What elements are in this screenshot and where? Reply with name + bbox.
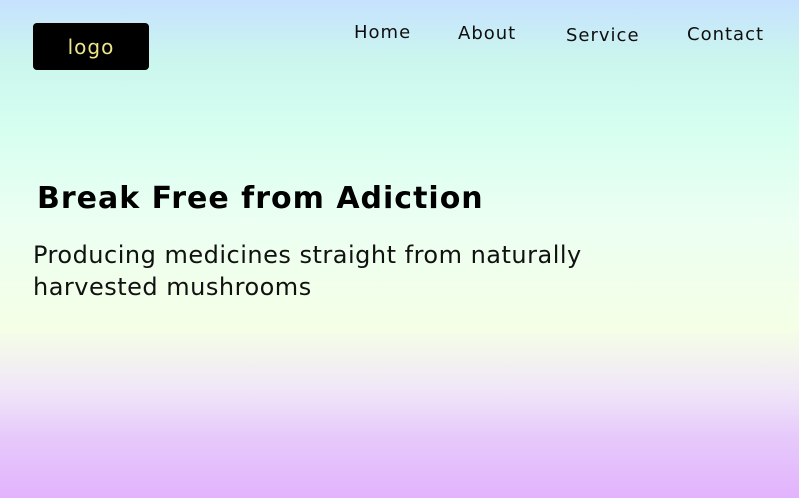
nav-link-service[interactable]: Service xyxy=(566,25,640,46)
nav-link-contact[interactable]: Contact xyxy=(687,24,764,45)
nav-link-home[interactable]: Home xyxy=(354,22,411,43)
hero-title: Break Free from Adiction xyxy=(37,181,484,216)
hero-subtitle: Producing medicines straight from natura… xyxy=(33,241,582,301)
logo-text: logo xyxy=(67,34,115,59)
logo[interactable]: logo xyxy=(33,23,149,70)
nav-link-about[interactable]: About xyxy=(458,23,516,44)
